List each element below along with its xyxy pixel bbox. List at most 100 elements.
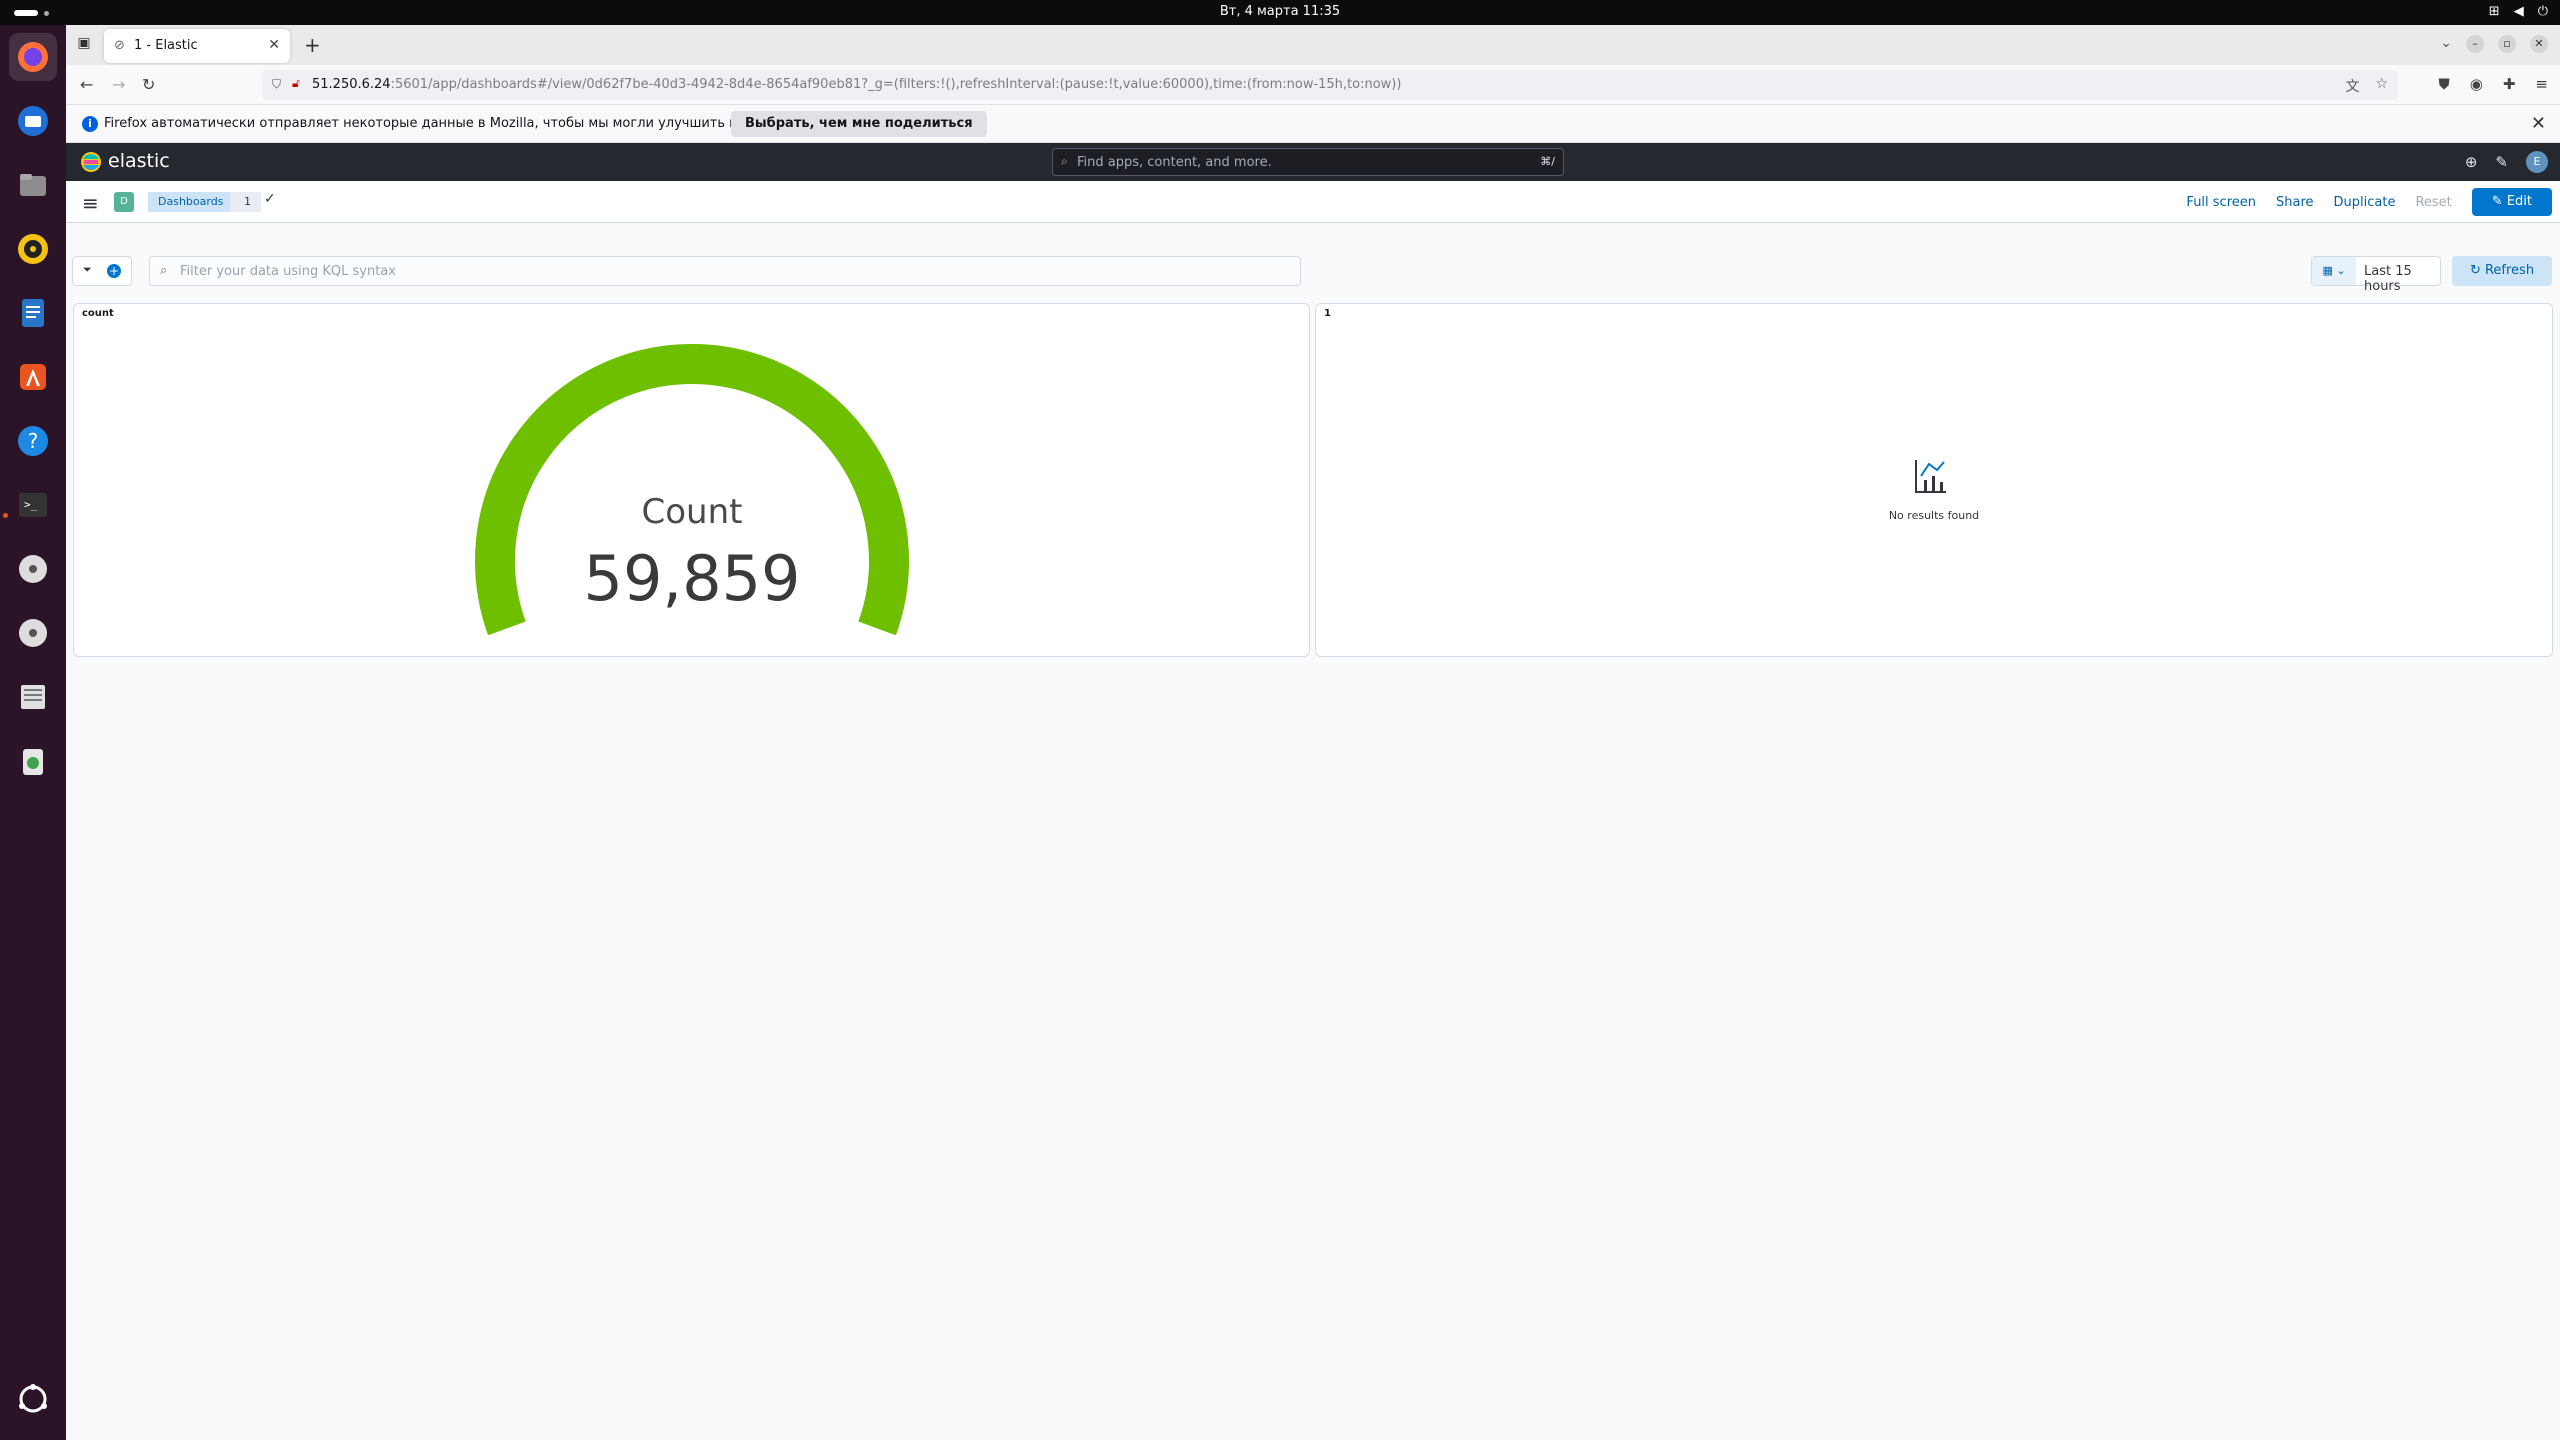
back-icon[interactable]: ←	[80, 75, 93, 94]
empty-panel[interactable]: 1 No results found	[1315, 303, 2553, 657]
new-tab-icon[interactable]: +	[304, 33, 321, 57]
dock: ? >_	[0, 25, 66, 1440]
svg-text:?: ?	[28, 429, 39, 453]
choose-data-button[interactable]: Выбрать, чем мне поделиться	[731, 111, 987, 137]
url-bar-actions: 文 ☆	[2345, 76, 2388, 96]
date-picker[interactable]: ▦ ⌄ Last 15 hours	[2311, 256, 2441, 294]
search-icon: ⌕	[160, 263, 168, 278]
close-tab-icon[interactable]: ✕	[268, 37, 280, 53]
clock[interactable]: Вт, 4 марта 11:35	[0, 4, 2560, 19]
reset-button[interactable]: Reset	[2415, 195, 2451, 210]
insecure-lock-icon[interactable]: 🔓︎	[292, 76, 300, 91]
calendar-icon[interactable]: ▦ ⌄	[2312, 257, 2356, 285]
no-results-text: No results found	[1888, 509, 1980, 522]
notification-text: Firefox автоматически отправляет некотор…	[104, 116, 821, 131]
terminal-icon[interactable]: >_	[9, 481, 57, 529]
os-top-bar: Вт, 4 марта 11:35 ⊞ ◀ ⏻	[0, 0, 2560, 25]
translate-icon[interactable]: 文	[2345, 76, 2359, 96]
browser-tab[interactable]: ⊘ 1 - Elastic ✕	[104, 29, 290, 63]
menu-icon[interactable]: ≡	[2535, 75, 2548, 93]
refresh-button[interactable]: ↻ Refresh	[2452, 256, 2552, 286]
reload-icon[interactable]: ↻	[142, 75, 155, 94]
notification-bar: i Firefox автоматически отправляет некот…	[66, 105, 2560, 143]
trash-icon[interactable]	[9, 737, 57, 785]
empty-state: No results found	[1316, 304, 2552, 656]
thunderbird-icon[interactable]	[9, 97, 57, 145]
pocket-icon[interactable]: ⛊	[2438, 75, 2449, 93]
window-controls: ⌄ – ▫ ✕	[2440, 35, 2548, 53]
chevron-down-icon[interactable]: ⌄	[2440, 35, 2452, 53]
breadcrumb-dashboards[interactable]: Dashboards	[148, 192, 242, 212]
rhythmbox-icon[interactable]	[9, 225, 57, 273]
url-bar[interactable]: ⛉ 🔓︎ 51.250.6.24:5601/app/dashboards#/vi…	[262, 70, 2398, 100]
url-host: 51.250.6.24	[312, 77, 391, 92]
tab-list-icon[interactable]: ▣	[74, 35, 94, 55]
toolbar-right: ⛊ ◉ ✚ ≡	[2438, 75, 2548, 93]
elastic-logo-icon[interactable]	[80, 151, 102, 173]
kibana-header: elastic ⌕ Find apps, content, and more. …	[66, 143, 2560, 181]
kql-query-input[interactable]: ⌕ Filter your data using KQL syntax	[149, 256, 1301, 286]
writer-icon[interactable]	[9, 289, 57, 337]
elastic-logo-text[interactable]: elastic	[108, 150, 170, 172]
info-icon: i	[82, 116, 98, 132]
maximize-icon[interactable]: ▫	[2498, 35, 2516, 53]
url-text[interactable]: 51.250.6.24:5601/app/dashboards#/view/0d…	[312, 77, 1401, 92]
show-apps-icon[interactable]	[9, 1375, 57, 1423]
filter-menu-icon[interactable]: ⏷	[83, 263, 92, 277]
breadcrumb-bar: ≡ D Dashboards 1 ✓ Full screen Share Dup…	[66, 181, 2560, 223]
search-shortcut: ⌘/	[1540, 155, 1555, 168]
drive-icon[interactable]	[9, 673, 57, 721]
bookmark-star-icon[interactable]: ☆	[2375, 76, 2388, 96]
header-actions: ⊕ ✎ E	[2465, 151, 2548, 173]
dashboard-actions: Full screen Share Duplicate Reset ✎ Edit	[2186, 188, 2552, 216]
gauge-chart: Count 59,859	[475, 344, 909, 636]
duplicate-button[interactable]: Duplicate	[2334, 195, 2396, 210]
breadcrumb-current: 1	[230, 192, 261, 212]
pencil-icon: ✎	[2491, 194, 2507, 209]
edit-label: Edit	[2506, 194, 2532, 209]
help-icon[interactable]: ⊕	[2465, 153, 2478, 171]
running-indicator	[3, 513, 8, 518]
close-icon[interactable]: ✕	[2531, 113, 2546, 134]
url-path: :5601/app/dashboards#/view/0d62f7be-40d3…	[390, 77, 1402, 92]
check-icon: ✓	[264, 191, 276, 207]
count-panel[interactable]: count Count 59,859	[73, 303, 1310, 657]
volume-icon[interactable]: ◀	[2514, 4, 2524, 19]
minimize-icon[interactable]: –	[2466, 35, 2484, 53]
search-placeholder: Find apps, content, and more.	[1077, 155, 1272, 170]
global-search-input[interactable]: ⌕ Find apps, content, and more. ⌘/	[1052, 148, 1564, 176]
network-icon[interactable]: ⊞	[2489, 4, 2500, 19]
extensions-icon[interactable]: ✚	[2503, 75, 2516, 93]
forward-icon[interactable]: →	[112, 75, 125, 94]
disc-icon[interactable]	[9, 609, 57, 657]
files-icon[interactable]	[9, 161, 57, 209]
time-range[interactable]: Last 15 hours	[2364, 264, 2440, 294]
gauge-label: Count	[642, 492, 743, 532]
account-icon[interactable]: ◉	[2470, 75, 2483, 93]
shield-icon[interactable]: ⛉	[272, 77, 281, 92]
full-screen-button[interactable]: Full screen	[2186, 195, 2256, 210]
close-window-icon[interactable]: ✕	[2530, 35, 2548, 53]
search-icon: ⌕	[1061, 154, 1068, 168]
hamburger-menu-icon[interactable]: ≡	[82, 191, 99, 215]
tab-title: 1 - Elastic	[134, 38, 198, 53]
news-feed-icon[interactable]: ✎	[2495, 153, 2508, 171]
firefox-window: ▣ ⊘ 1 - Elastic ✕ + ⌄ – ▫ ✕ ← → ↻ ⛉ 🔓︎ 5…	[66, 25, 2560, 1440]
tab-favicon-icon: ⊘	[114, 38, 125, 53]
help-icon[interactable]: ?	[9, 417, 57, 465]
refresh-label: Refresh	[2484, 263, 2535, 278]
firefox-icon[interactable]	[9, 33, 57, 81]
power-icon[interactable]: ⏻	[2538, 4, 2548, 19]
disc-icon[interactable]	[9, 545, 57, 593]
query-bar: ⏷ + ⌕ Filter your data using KQL syntax …	[66, 223, 2560, 295]
add-filter-icon[interactable]: +	[107, 264, 121, 278]
nav-bar: ← → ↻ ⛉ 🔓︎ 51.250.6.24:5601/app/dashboar…	[66, 65, 2560, 105]
edit-button[interactable]: ✎ Edit	[2471, 188, 2552, 216]
svg-text:>_: >_	[24, 498, 38, 511]
app-center-icon[interactable]	[9, 353, 57, 401]
space-avatar[interactable]: D	[114, 192, 134, 212]
share-button[interactable]: Share	[2276, 195, 2314, 210]
chart-empty-icon	[1915, 460, 1946, 493]
system-tray[interactable]: ⊞ ◀ ⏻	[2489, 4, 2548, 19]
avatar[interactable]: E	[2526, 151, 2548, 173]
